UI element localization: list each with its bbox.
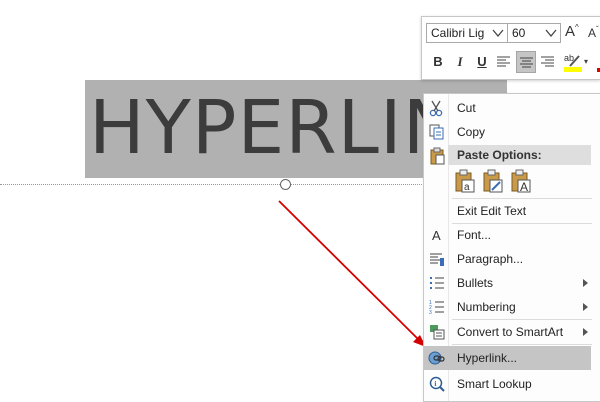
- align-right-button[interactable]: [538, 51, 558, 73]
- menu-item-convert-to-smartart[interactable]: Convert to SmartArt: [424, 320, 591, 344]
- underline-button[interactable]: U: [472, 51, 492, 73]
- menu-item-label: Convert to SmartArt: [457, 325, 564, 339]
- submenu-arrow-icon: [583, 328, 588, 336]
- chevron-down-icon[interactable]: [491, 27, 505, 39]
- shrink-font-button[interactable]: Aˇ: [588, 25, 599, 40]
- svg-text:i: i: [434, 380, 436, 388]
- highlight-dropdown-arrow-icon[interactable]: ▾: [584, 57, 588, 66]
- font-size-value: 60: [512, 26, 526, 40]
- svg-text:a: a: [464, 182, 470, 193]
- menu-item-label: Copy: [457, 125, 486, 139]
- menu-item-label: Smart Lookup: [457, 377, 532, 391]
- font-color-button[interactable]: [594, 51, 600, 73]
- scissors-icon: [429, 100, 443, 117]
- italic-button[interactable]: I: [450, 51, 470, 73]
- menu-item-hyperlink[interactable]: Hyperlink...: [424, 346, 591, 370]
- highlighter-icon: ab: [564, 53, 582, 72]
- menu-item-label: Bullets: [457, 276, 494, 290]
- font-icon: A: [432, 228, 441, 243]
- menu-item-paragraph[interactable]: Paragraph...: [424, 247, 591, 271]
- align-center-icon: [520, 57, 533, 68]
- menu-item-label: Paragraph...: [457, 252, 524, 266]
- menu-item-smart-lookup[interactable]: i Smart Lookup: [424, 372, 591, 396]
- paragraph-icon: [430, 253, 444, 266]
- paste-destination-theme-button[interactable]: [482, 169, 504, 193]
- align-left-icon: [497, 56, 510, 67]
- context-menu: Cut Copy Paste Options: a A Exit Edit Te…: [423, 93, 600, 402]
- shrink-font-label: A: [588, 26, 597, 40]
- paste-text-only-button[interactable]: A: [510, 169, 532, 194]
- font-size-combo[interactable]: 60: [507, 23, 561, 43]
- menu-item-label: Cut: [457, 101, 476, 115]
- copy-icon: [429, 124, 444, 140]
- menu-item-label: Exit Edit Text: [457, 204, 527, 218]
- menu-item-numbering[interactable]: 123 Numbering: [424, 295, 591, 319]
- paste-keep-source-button[interactable]: a: [454, 169, 476, 193]
- menu-item-exit-edit-text[interactable]: Exit Edit Text: [424, 199, 591, 223]
- smartart-icon: [430, 325, 445, 340]
- paste-options-header: Paste Options:: [448, 145, 591, 165]
- menu-item-label: Numbering: [457, 300, 516, 314]
- bullets-icon: [430, 277, 444, 289]
- paste-use-destination-theme-icon: [483, 169, 503, 193]
- rotation-handle[interactable]: [280, 179, 291, 190]
- clipboard-icon: [430, 147, 445, 165]
- highlight-color-button[interactable]: ab: [562, 51, 584, 73]
- svg-text:3: 3: [429, 310, 432, 316]
- svg-text:A: A: [432, 228, 441, 243]
- numbering-icon: 123: [429, 300, 444, 316]
- font-name-value: Calibri Lig: [431, 26, 485, 40]
- menu-item-font[interactable]: A Font...: [424, 223, 591, 247]
- paste-options-label: Paste Options:: [457, 148, 542, 162]
- menu-item-bullets[interactable]: Bullets: [424, 271, 591, 295]
- grow-font-label: A: [565, 23, 576, 40]
- menu-item-label: Font...: [457, 228, 492, 242]
- paste-keep-text-only-icon: A: [511, 169, 531, 194]
- bold-button[interactable]: B: [428, 51, 448, 73]
- font-color-icon: [597, 68, 600, 72]
- paste-keep-source-formatting-icon: a: [455, 169, 475, 193]
- chevron-down-icon[interactable]: [544, 27, 558, 39]
- smart-lookup-icon: i: [429, 376, 445, 392]
- svg-text:ab: ab: [564, 53, 574, 63]
- menu-item-label: Hyperlink...: [457, 351, 518, 365]
- submenu-arrow-icon: [583, 303, 588, 311]
- svg-text:A: A: [520, 180, 528, 193]
- align-left-button[interactable]: [494, 51, 514, 73]
- align-center-button[interactable]: [516, 51, 536, 73]
- menu-item-copy[interactable]: Copy: [424, 120, 591, 144]
- submenu-arrow-icon: [583, 279, 588, 287]
- mini-toolbar: Calibri Lig 60 A^ Aˇ B I U ab ▾: [421, 16, 600, 80]
- menu-separator: [452, 344, 592, 345]
- font-name-combo[interactable]: Calibri Lig: [426, 23, 508, 43]
- align-right-icon: [541, 56, 554, 67]
- hyperlink-icon: [428, 351, 445, 365]
- grow-font-button[interactable]: A^: [565, 23, 579, 40]
- menu-item-cut[interactable]: Cut: [424, 96, 591, 120]
